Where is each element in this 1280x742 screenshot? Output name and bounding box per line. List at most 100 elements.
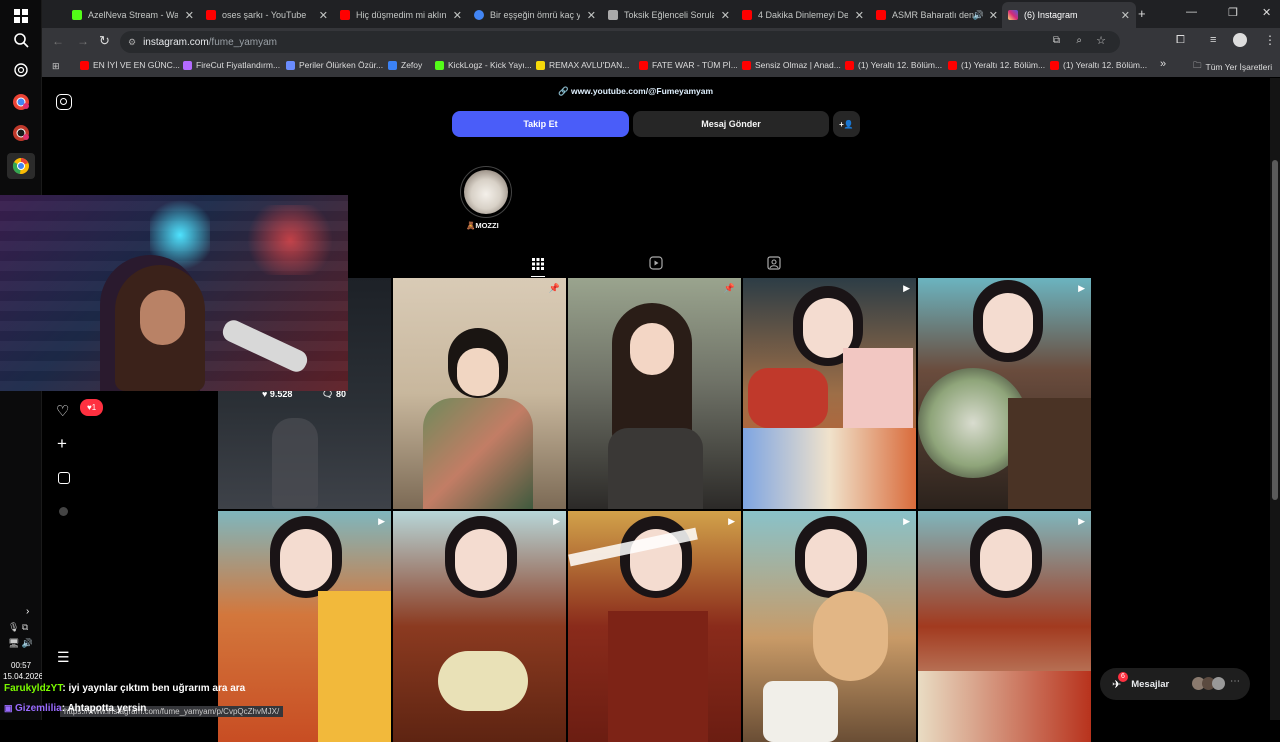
search-icon[interactable]	[9, 28, 33, 52]
chrome-profile-icon[interactable]	[9, 121, 33, 145]
dashboard-icon[interactable]	[58, 472, 70, 484]
active-tab-indicator	[531, 276, 545, 277]
zoom-icon[interactable]: ⌕	[1076, 35, 1082, 46]
forward-icon[interactable]: →	[77, 34, 89, 48]
close-icon[interactable]: ✕	[1121, 9, 1130, 22]
bookmark-label: (1) Yeraltı 12. Bölüm...	[1063, 60, 1148, 70]
reload-icon[interactable]: ↻	[99, 33, 110, 49]
link-icon: 🔗	[558, 86, 571, 96]
extensions-icon[interactable]: ⧠	[1176, 34, 1185, 47]
close-icon[interactable]: ✕	[721, 9, 730, 22]
more-menu-icon[interactable]: ☰	[57, 649, 70, 666]
network-volume-icon[interactable]: 🖥 🔊	[8, 638, 33, 649]
browser-tab[interactable]: Toksik Eğlenceli Sorular ✕	[602, 2, 736, 28]
bookmark-item[interactable]: Zefoy	[388, 60, 422, 70]
browser-tab[interactable]: oses şarkı - YouTube ✕	[200, 2, 334, 28]
tab-tagged[interactable]	[767, 256, 781, 275]
follow-button[interactable]: Takip Et	[452, 111, 629, 137]
browser-tab[interactable]: Hiç düşmedim mi aklına ✕	[334, 2, 468, 28]
maximize-button[interactable]: ❐	[1228, 6, 1238, 19]
new-tab-button[interactable]: +	[1138, 6, 1146, 21]
bookmark-item[interactable]: FireCut Fiyatlandırm...	[183, 60, 280, 70]
scrollbar-thumb[interactable]	[1272, 160, 1278, 500]
bookmark-item[interactable]: EN İYİ VE EN GÜNC...	[80, 60, 180, 70]
browser-tab[interactable]: ASMR Baharatlı den 🔊 ✕	[870, 2, 1004, 28]
chatgpt-icon[interactable]	[9, 58, 33, 82]
speaker-icon[interactable]: 🔊	[973, 10, 984, 21]
close-icon[interactable]: ✕	[185, 9, 194, 22]
bookmark-favicon-icon	[80, 60, 89, 70]
bookmark-item[interactable]: (1) Yeraltı 12. Bölüm...	[845, 60, 942, 70]
chevron-right-icon[interactable]: ›	[26, 606, 29, 617]
bookmark-label: Zefoy	[401, 60, 423, 70]
post-thumbnail[interactable]: ▶	[743, 511, 916, 742]
site-info-icon[interactable]: ⚙	[128, 37, 136, 48]
all-bookmarks-button[interactable]: 🗀 Tüm Yer İşaretleri	[1193, 60, 1272, 74]
post-thumbnail[interactable]: ▶	[568, 511, 741, 742]
install-app-icon[interactable]: ⧉	[1053, 35, 1060, 46]
pinned-icon: 📌	[548, 283, 560, 293]
streamer-face	[140, 290, 185, 345]
tab-posts[interactable]	[532, 257, 544, 275]
bookmark-item[interactable]: REMAX AVLU'DAN...	[536, 60, 629, 70]
more-icon[interactable]: ⋯	[1230, 676, 1240, 687]
close-icon[interactable]: ✕	[319, 9, 328, 22]
bookmark-item[interactable]: (1) Yeraltı 12. Bölüm...	[948, 60, 1045, 70]
star-icon[interactable]: ☆	[1096, 34, 1106, 47]
chat-username: Gizemlilia	[15, 703, 62, 714]
chrome-profile-icon[interactable]	[9, 90, 33, 114]
close-icon[interactable]: ✕	[855, 9, 864, 22]
browser-tab[interactable]: 4 Dakika Dinlemeyi Den ✕	[736, 2, 870, 28]
post-thumbnail[interactable]: ▶	[918, 511, 1091, 742]
post-thumbnail[interactable]: ▶	[918, 278, 1091, 509]
media-control-icon[interactable]: ≡	[1210, 34, 1216, 46]
post-thumbnail[interactable]: 📌	[568, 278, 741, 509]
apps-grid-icon[interactable]: ⊞	[52, 61, 60, 72]
messages-button[interactable]: ✈ 6 Mesajlar ⋯	[1100, 668, 1250, 700]
windows-start-icon[interactable]	[9, 4, 33, 28]
bookmark-label: KickLogz - Kick Yayı...	[448, 60, 532, 70]
chrome-active-icon[interactable]	[7, 153, 35, 179]
tab-favicon-icon	[206, 10, 216, 20]
browser-tab[interactable]: Bir eşşeğin ömrü kaç yıl ✕	[468, 2, 602, 28]
profile-avatar[interactable]	[1233, 33, 1247, 47]
window-close-button[interactable]: ✕	[1262, 6, 1271, 19]
browser-tab-active[interactable]: (6) Instagram ✕	[1002, 2, 1136, 28]
post-thumbnail[interactable]: 📌	[393, 278, 566, 509]
close-icon[interactable]: ✕	[989, 9, 998, 22]
story-highlight[interactable]	[460, 166, 512, 218]
menu-icon[interactable]: ⋮	[1264, 33, 1276, 47]
post-image	[423, 398, 533, 509]
more-bookmarks-button[interactable]: »	[1160, 58, 1166, 70]
clock-time: 00:57	[11, 661, 32, 670]
post-image	[813, 591, 888, 681]
post-thumbnail[interactable]: ▶	[743, 278, 916, 509]
post-thumbnail[interactable]: ▶	[393, 511, 566, 742]
bookmark-favicon-icon	[435, 60, 444, 70]
bookmark-item[interactable]: KickLogz - Kick Yayı...	[435, 60, 532, 70]
bookmark-label: Periler Ölürken Özür...	[299, 60, 384, 70]
minimize-button[interactable]: —	[1186, 6, 1197, 18]
tray-icons[interactable]: 🎙 ⧉	[8, 622, 28, 633]
add-user-button[interactable]: +👤	[833, 111, 860, 137]
back-icon[interactable]: ←	[52, 34, 64, 48]
browser-tab[interactable]: AzelNeva Stream - Watc ✕	[66, 2, 200, 28]
post-image	[843, 348, 913, 438]
webcam-overlay	[0, 195, 348, 391]
notification-badge[interactable]: ♥ 1	[80, 399, 104, 416]
bookmark-item[interactable]: (1) Yeraltı 12. Bölüm...	[1050, 60, 1147, 70]
profile-avatar[interactable]	[59, 507, 68, 516]
bookmark-item[interactable]: FATE WAR - TÜM Pİ...	[639, 60, 738, 70]
close-icon[interactable]: ✕	[453, 9, 462, 22]
create-icon[interactable]: +	[57, 434, 67, 454]
address-bar[interactable]: ⚙ instagram.com/fume_yamyam ⧉ ⌕ ☆	[120, 31, 1120, 53]
message-button[interactable]: Mesaj Gönder	[633, 111, 829, 137]
profile-link[interactable]: 🔗 www.youtube.com/@Fumeyamyam	[558, 86, 713, 97]
bookmark-item[interactable]: Periler Ölürken Özür...	[286, 60, 383, 70]
messages-label: Mesajlar	[1131, 678, 1170, 690]
notifications-heart-icon[interactable]: ♡	[56, 402, 69, 420]
instagram-logo-icon[interactable]	[56, 94, 72, 110]
bookmark-item[interactable]: Sensiz Olmaz | Anad...	[742, 60, 841, 70]
tab-reels[interactable]	[649, 256, 663, 275]
close-icon[interactable]: ✕	[587, 9, 596, 22]
